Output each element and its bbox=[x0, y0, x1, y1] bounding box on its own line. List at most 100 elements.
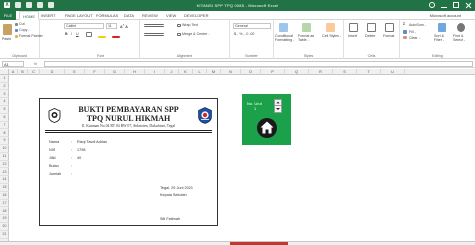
autosum-button[interactable]: AutoSum - bbox=[409, 23, 426, 27]
insert-function-icon[interactable]: fx bbox=[34, 61, 37, 66]
tab-page-layout[interactable]: PAGE LAYOUT bbox=[62, 11, 96, 20]
format-as-table-icon[interactable] bbox=[302, 23, 311, 32]
cell-styles-icon[interactable] bbox=[326, 23, 335, 32]
wrap-text-button[interactable]: Wrap Text bbox=[182, 23, 198, 27]
underline-icon[interactable]: U bbox=[76, 32, 79, 36]
delete-button[interactable]: Delete bbox=[365, 34, 375, 38]
account-name[interactable]: Microsoft account bbox=[430, 11, 461, 20]
row-header[interactable]: 11 bbox=[0, 153, 9, 161]
paste-icon[interactable] bbox=[3, 24, 12, 35]
horizontal-align-icons[interactable] bbox=[144, 33, 164, 36]
number-format-select[interactable]: General bbox=[233, 23, 271, 29]
tab-data[interactable]: DATA bbox=[121, 11, 137, 20]
merge-center-icon[interactable] bbox=[177, 33, 181, 36]
insert-button[interactable]: Insert bbox=[348, 34, 357, 38]
row-header[interactable]: 3 bbox=[0, 91, 9, 99]
tab-view[interactable]: VIEW bbox=[163, 11, 179, 20]
clipboard-group: Paste Cut Copy - Format Painter Clipboar… bbox=[0, 20, 43, 59]
control-panel: No. Urut 1 bbox=[242, 94, 291, 145]
row-header[interactable]: 19 bbox=[0, 215, 9, 224]
clear-button[interactable]: Clear - bbox=[409, 36, 420, 40]
row-header[interactable]: 8 bbox=[0, 130, 9, 138]
clear-icon[interactable] bbox=[403, 36, 407, 39]
row-header[interactable]: 4 bbox=[0, 98, 9, 107]
row-header[interactable]: 17 bbox=[0, 200, 9, 208]
tab-insert[interactable]: INSERT bbox=[38, 11, 59, 20]
fill-icon[interactable] bbox=[403, 30, 407, 34]
sort-filter-button[interactable]: Sort & Filter - bbox=[434, 34, 452, 42]
payment-receipt: BUKTI PEMBAYARAN SPP TPQ NURUL HIKMAH Jl… bbox=[39, 98, 218, 226]
spin-down-icon[interactable] bbox=[275, 106, 281, 112]
cell-styles-button[interactable]: Cell Styles - bbox=[322, 34, 342, 38]
insert-cells-icon[interactable] bbox=[349, 23, 358, 32]
wrap-text-icon[interactable] bbox=[177, 24, 181, 27]
sheet-tab-bar bbox=[0, 241, 475, 245]
delete-cells-icon[interactable] bbox=[367, 23, 376, 32]
conditional-formatting-icon[interactable] bbox=[279, 23, 288, 32]
row-header[interactable]: 10 bbox=[0, 145, 9, 153]
find-select-icon[interactable] bbox=[457, 23, 465, 32]
restore-button[interactable] bbox=[453, 2, 459, 8]
font-group: Calibri 11 A^ A B I U Font bbox=[62, 20, 140, 59]
autosum-icon[interactable]: Σ bbox=[403, 22, 405, 26]
receipt-title: BUKTI PEMBAYARAN SPP bbox=[78, 105, 179, 114]
copy-button[interactable]: Copy - bbox=[19, 28, 30, 32]
row-header[interactable]: 16 bbox=[0, 192, 9, 200]
styles-group: Conditional Formatting - Format as Table… bbox=[274, 20, 344, 59]
sort-filter-icon[interactable] bbox=[438, 23, 446, 32]
fill-button[interactable]: Fill - bbox=[409, 30, 416, 34]
tab-formulas[interactable]: FORMULAS bbox=[93, 11, 121, 20]
number-group: General $ - % , .0 .00 Number bbox=[230, 20, 274, 59]
cut-button[interactable]: Cut bbox=[19, 22, 25, 26]
copy-icon[interactable] bbox=[15, 29, 18, 32]
find-select-button[interactable]: Find & Select - bbox=[453, 34, 473, 42]
minimize-button[interactable] bbox=[441, 2, 447, 8]
font-name-select[interactable]: Calibri bbox=[64, 23, 104, 29]
number-spinner[interactable] bbox=[274, 99, 282, 113]
row-header[interactable]: 12 bbox=[0, 161, 9, 169]
number-format-icons[interactable]: $ - % , .0 .00 bbox=[234, 32, 254, 36]
row-header[interactable]: 14 bbox=[0, 176, 9, 185]
row-header[interactable]: 5 bbox=[0, 106, 9, 114]
home-button[interactable] bbox=[257, 118, 277, 138]
row-header[interactable]: 18 bbox=[0, 208, 9, 216]
conditional-formatting-button[interactable]: Conditional Formatting - bbox=[275, 34, 297, 42]
grow-font-icon[interactable]: A^ A bbox=[120, 23, 128, 29]
bold-icon[interactable]: B bbox=[65, 32, 68, 36]
row-header[interactable]: 15 bbox=[0, 184, 9, 192]
italic-icon[interactable]: I bbox=[71, 32, 72, 36]
formula-input[interactable] bbox=[44, 61, 473, 67]
help-icon[interactable] bbox=[429, 2, 435, 8]
tab-review[interactable]: REVIEW bbox=[139, 11, 161, 20]
row-header[interactable]: 7 bbox=[0, 122, 9, 130]
vertical-align-icons[interactable] bbox=[144, 24, 164, 27]
font-size-select[interactable]: 11 bbox=[106, 23, 117, 29]
close-button[interactable] bbox=[465, 2, 471, 8]
format-cells-icon[interactable] bbox=[385, 23, 394, 32]
field-value: 1798 bbox=[77, 148, 86, 152]
tab-file[interactable]: FILE bbox=[0, 11, 16, 20]
field-value: 40 bbox=[77, 156, 82, 160]
borders-icon[interactable] bbox=[86, 32, 92, 37]
format-painter-button[interactable]: Format Painter bbox=[19, 34, 43, 38]
row-header[interactable]: 2 bbox=[0, 83, 9, 91]
format-as-table-button[interactable]: Format as Table - bbox=[298, 34, 318, 42]
cut-icon[interactable] bbox=[15, 23, 18, 26]
row-header[interactable]: 21 bbox=[0, 231, 9, 239]
merge-center-button[interactable]: Merge & Center - bbox=[182, 32, 210, 36]
name-box[interactable]: A1 bbox=[2, 61, 24, 67]
format-button[interactable]: Format bbox=[383, 34, 394, 38]
row-header[interactable]: 20 bbox=[0, 223, 9, 231]
font-color-icon[interactable] bbox=[112, 36, 120, 38]
receipt-school-name: TPQ NURUL HIKMAH bbox=[86, 114, 171, 123]
tab-home[interactable]: HOME bbox=[19, 11, 39, 20]
tab-developer[interactable]: DEVELOPER bbox=[181, 11, 211, 20]
row-header[interactable]: 1 bbox=[0, 75, 9, 83]
row-header[interactable]: 13 bbox=[0, 169, 9, 177]
format-painter-icon[interactable] bbox=[15, 35, 18, 38]
paste-label[interactable]: Paste bbox=[2, 37, 11, 41]
row-header[interactable]: 6 bbox=[0, 114, 9, 122]
alignment-group: Wrap Text Merge & Center - Alignment bbox=[140, 20, 230, 59]
row-header[interactable]: 9 bbox=[0, 137, 9, 146]
fill-color-icon[interactable] bbox=[98, 36, 106, 38]
